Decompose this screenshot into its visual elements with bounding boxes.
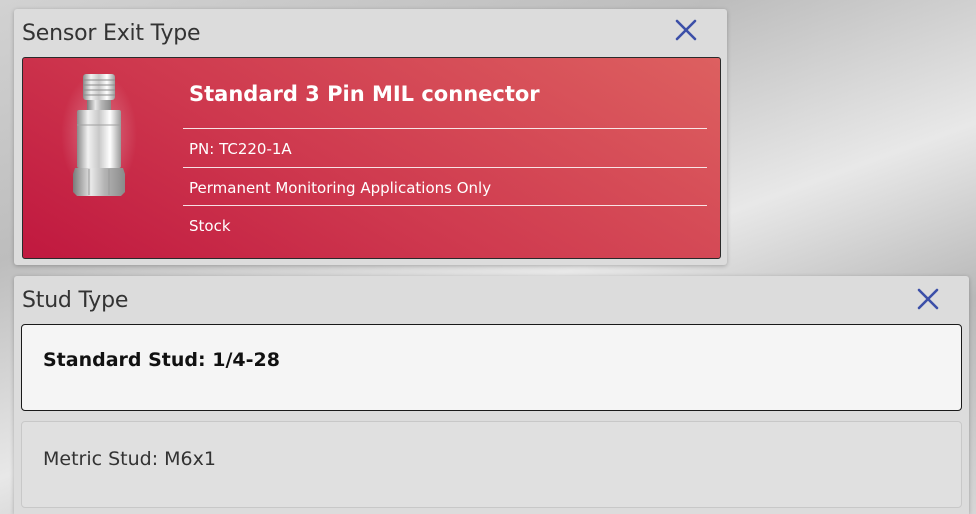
close-icon bbox=[917, 288, 939, 310]
stud-type-panel: Stud Type Standard Stud: 1/4-28 Metric S… bbox=[14, 276, 969, 514]
sensor-exit-option-card[interactable]: Standard 3 Pin MIL connector PN: TC220-1… bbox=[22, 57, 721, 259]
sensor-connector-image bbox=[59, 70, 139, 200]
stud-option-metric[interactable]: Metric Stud: M6x1 bbox=[21, 421, 962, 508]
stud-type-title: Stud Type bbox=[22, 288, 129, 313]
sensor-exit-close-button[interactable] bbox=[673, 17, 699, 43]
sensor-exit-type-panel: Sensor Exit Type Standard 3 Pin MIL conn… bbox=[14, 9, 727, 265]
availability-text: Stock bbox=[183, 205, 707, 244]
sensor-option-name: Standard 3 Pin MIL connector bbox=[189, 82, 540, 106]
stud-option-standard[interactable]: Standard Stud: 1/4-28 bbox=[21, 324, 962, 411]
sensor-exit-type-title: Sensor Exit Type bbox=[22, 21, 201, 46]
part-number-text: PN: TC220-1A bbox=[183, 128, 707, 167]
stud-type-close-button[interactable] bbox=[915, 286, 941, 312]
application-text: Permanent Monitoring Applications Only bbox=[183, 167, 707, 206]
close-icon bbox=[675, 19, 697, 41]
